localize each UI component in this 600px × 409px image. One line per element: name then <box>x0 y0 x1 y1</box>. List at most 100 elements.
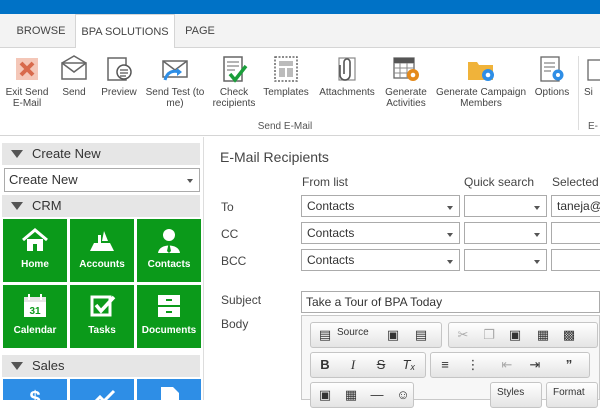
bcc-quick-search-select[interactable] <box>464 249 547 271</box>
options-button[interactable]: Options <box>530 54 574 98</box>
attachments-button[interactable]: Attachments <box>314 54 380 98</box>
partial-ribbon-button[interactable]: Si <box>584 54 600 98</box>
partial-ribbon-label: Si <box>584 87 593 98</box>
close-x-icon <box>16 58 38 80</box>
crm-header[interactable]: CRM <box>2 195 200 217</box>
bcc-selected-field[interactable] <box>551 249 600 271</box>
italic-icon[interactable]: I <box>343 356 363 374</box>
cc-from-list-value: Contacts <box>307 226 355 240</box>
sales-header[interactable]: Sales <box>2 355 200 377</box>
to-quick-search-select[interactable] <box>464 195 547 217</box>
rich-text-editor[interactable]: ▤ Source ▣ ▤ ✂ ❐ ▣ ▦ ▩ B I S Tₓ ≡ ⋮ ⇤ ⇥ … <box>301 315 600 408</box>
exit-send-email-label: Exit Send E-Mail <box>5 87 49 109</box>
bcc-from-list-select[interactable]: Contacts <box>301 249 460 271</box>
preview-button[interactable]: Preview <box>96 54 142 98</box>
generate-campaign-members-label: Generate Campaign Members <box>435 87 527 109</box>
chart-icon <box>90 389 116 407</box>
smiley-icon[interactable]: ☺ <box>393 386 413 404</box>
remove-format-icon[interactable]: Tₓ <box>399 356 419 374</box>
editor-toolbar-group-format: B I S Tₓ <box>310 352 426 378</box>
source-icon[interactable]: ▤ <box>315 326 335 344</box>
options-icon <box>540 56 564 82</box>
indent-icon[interactable]: ⇥ <box>525 356 545 374</box>
calendar-icon: 31 <box>24 294 46 317</box>
generate-activities-button[interactable]: Generate Activities <box>380 54 432 109</box>
tile-contacts[interactable]: Contacts <box>137 219 201 282</box>
horizontal-line-icon[interactable]: ― <box>367 386 387 404</box>
send-test-button[interactable]: Send Test (to me) <box>142 54 208 109</box>
templates-button[interactable]: Templates <box>260 54 312 98</box>
tile-sales-3[interactable] <box>137 379 201 409</box>
numbered-list-icon[interactable]: ≡ <box>435 356 455 374</box>
tile-sales-2[interactable] <box>70 379 134 407</box>
create-new-select-value: Create New <box>9 172 78 187</box>
chevron-down-icon <box>534 206 540 210</box>
subject-label: Subject <box>221 293 262 307</box>
cut-icon[interactable]: ✂ <box>453 326 473 344</box>
svg-text:$: $ <box>29 388 40 409</box>
tile-tasks[interactable]: Tasks <box>70 285 134 348</box>
generate-campaign-members-button[interactable]: Generate Campaign Members <box>432 54 530 109</box>
sales-header-label: Sales <box>32 358 65 373</box>
table-icon[interactable]: ▦ <box>341 386 361 404</box>
tile-contacts-label: Contacts <box>147 259 191 270</box>
blockquote-icon[interactable]: ” <box>559 356 579 374</box>
paste-icon[interactable]: ▣ <box>505 326 525 344</box>
tile-home[interactable]: Home <box>3 219 67 282</box>
paperclip-icon <box>338 57 356 81</box>
to-from-list-select[interactable]: Contacts <box>301 195 460 217</box>
tasks-icon <box>90 295 116 317</box>
tile-calendar[interactable]: 31 Calendar <box>3 285 67 348</box>
send-test-icon <box>162 60 188 81</box>
format-label: Format <box>553 387 585 398</box>
create-new-select[interactable]: Create New <box>4 168 200 192</box>
to-selected-field[interactable]: taneja@ <box>551 195 600 217</box>
strikethrough-icon[interactable]: S <box>371 356 391 374</box>
document-icon <box>161 387 179 409</box>
editor-toolbar-group-clipboard: ✂ ❐ ▣ ▦ ▩ <box>448 322 598 348</box>
paste-text-icon[interactable]: ▦ <box>533 326 553 344</box>
cc-from-list-select[interactable]: Contacts <box>301 222 460 244</box>
styles-label: Styles <box>497 387 525 398</box>
tile-documents-label: Documents <box>141 325 197 336</box>
bullet-list-icon[interactable]: ⋮ <box>463 356 483 374</box>
tile-documents[interactable]: Documents <box>137 285 201 348</box>
cc-quick-search-select[interactable] <box>464 222 547 244</box>
check-recipients-button[interactable]: Check recipients <box>210 54 258 109</box>
tile-accounts[interactable]: Accounts <box>70 219 134 282</box>
editor-toolbar-group-source: ▤ Source ▣ ▤ <box>310 322 442 348</box>
chevron-down-icon <box>187 179 193 183</box>
format-dropdown[interactable]: Format <box>546 382 598 408</box>
create-new-header[interactable]: Create New <box>2 143 200 165</box>
tab-bpa-solutions[interactable]: BPA SOLUTIONS <box>75 14 175 49</box>
templates-label: Templates <box>263 87 309 98</box>
chevron-down-icon <box>534 260 540 264</box>
tab-page[interactable]: PAGE <box>175 14 225 48</box>
chevron-down-icon <box>447 233 453 237</box>
collapse-triangle-icon <box>11 150 23 158</box>
tab-browse[interactable]: BROWSE <box>6 14 76 48</box>
ribbon-separator <box>578 56 579 130</box>
preview-page-icon[interactable]: ▤ <box>411 326 431 344</box>
send-button[interactable]: Send <box>54 54 94 98</box>
accounts-icon <box>90 231 114 251</box>
templates-icon <box>274 56 298 82</box>
styles-dropdown[interactable]: Styles <box>490 382 542 408</box>
image-icon[interactable]: ▣ <box>315 386 335 404</box>
chevron-down-icon <box>534 233 540 237</box>
ribbon-tabs: BROWSE BPA SOLUTIONS PAGE <box>0 14 600 49</box>
subject-value: Take a Tour of BPA Today <box>306 295 443 309</box>
exit-send-email-button[interactable]: Exit Send E-Mail <box>2 54 52 109</box>
source-button[interactable]: Source <box>337 327 369 338</box>
outdent-icon[interactable]: ⇤ <box>497 356 517 374</box>
bold-icon[interactable]: B <box>315 356 335 374</box>
tile-sales-1[interactable]: $ <box>3 379 67 409</box>
print-icon[interactable]: ▣ <box>383 326 403 344</box>
collapse-triangle-icon <box>11 202 23 210</box>
cc-selected-field[interactable] <box>551 222 600 244</box>
top-bar <box>0 0 600 14</box>
partial-icon <box>587 59 600 81</box>
subject-input[interactable]: Take a Tour of BPA Today <box>301 291 600 313</box>
copy-icon[interactable]: ❐ <box>479 326 499 344</box>
paste-word-icon[interactable]: ▩ <box>559 326 579 344</box>
